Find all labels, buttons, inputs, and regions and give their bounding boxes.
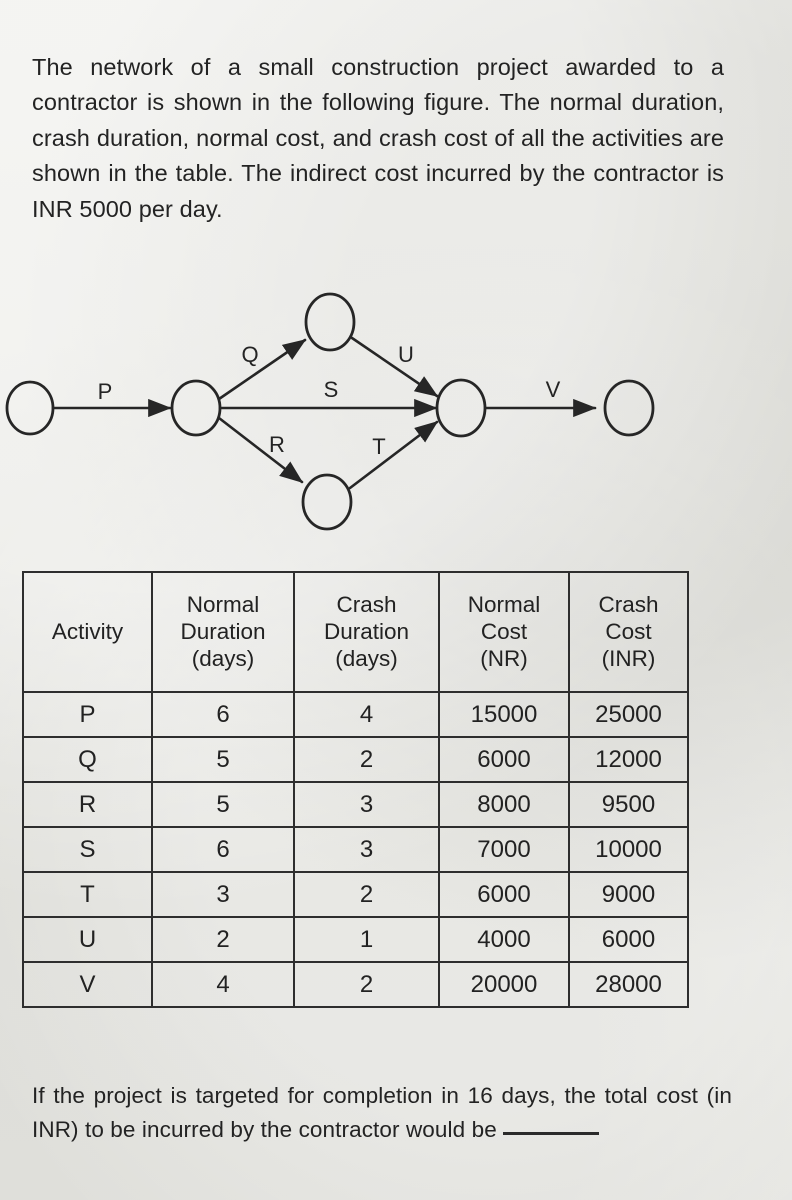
node-end	[603, 379, 655, 437]
cell-crash-duration: 2	[293, 961, 440, 1008]
node-4-bottom	[301, 473, 353, 531]
cell-crash-duration: 3	[293, 826, 440, 873]
edge-u-line	[350, 336, 439, 398]
table-row: Q 5 2 6000 12000	[22, 736, 689, 783]
node-5-merge	[435, 378, 487, 438]
worksheet-page: The network of a small construction proj…	[0, 0, 792, 1200]
cell-crash-cost: 28000	[568, 961, 689, 1008]
edge-q-line	[217, 338, 307, 401]
cell-crash-duration: 4	[293, 691, 440, 738]
node-3-top	[304, 292, 356, 352]
cell-normal-cost: 6000	[438, 871, 570, 918]
cell-crash-cost: 10000	[568, 826, 689, 873]
col-header-normal-duration: Normal Duration (days)	[151, 571, 295, 693]
edge-label-t: T	[372, 434, 385, 459]
cell-crash-cost: 25000	[568, 691, 689, 738]
col-header-normal-cost-line-2: Cost	[480, 618, 528, 644]
table-row: V 4 2 20000 28000	[22, 961, 689, 1008]
col-header-normal-duration-line-2: Duration	[180, 618, 266, 644]
cell-crash-cost: 9000	[568, 871, 689, 918]
edge-label-s: S	[324, 377, 339, 402]
col-header-crash-duration-line-2: Duration	[323, 618, 410, 644]
col-header-crash-duration-line-3: (days)	[335, 645, 398, 671]
col-header-crash-cost: Crash Cost (INR)	[568, 571, 689, 693]
cell-activity: T	[22, 871, 153, 918]
cell-crash-cost: 9500	[568, 781, 689, 828]
cell-normal-cost: 4000	[438, 916, 570, 963]
col-header-crash-cost-line-3: (INR)	[601, 645, 656, 671]
cell-crash-duration: 2	[293, 736, 440, 783]
edge-label-v: V	[546, 377, 561, 402]
edge-label-r: R	[269, 432, 285, 457]
cell-activity: P	[22, 691, 153, 738]
col-header-normal-duration-line-3: (days)	[191, 645, 255, 671]
cell-activity: U	[22, 916, 153, 963]
col-header-crash-cost-line-2: Cost	[605, 618, 652, 644]
cell-crash-duration: 2	[293, 871, 440, 918]
col-header-crash-cost-line-1: Crash	[598, 591, 659, 617]
cell-normal-duration: 5	[151, 736, 295, 783]
cell-normal-cost: 6000	[438, 736, 570, 783]
cell-activity: V	[22, 961, 153, 1008]
network-diagram: P Q R S T U V	[0, 286, 700, 546]
activity-cost-table: Activity Normal Duration (days) Crash Du…	[22, 571, 689, 1008]
cell-normal-duration: 6	[151, 691, 295, 738]
cell-normal-cost: 15000	[438, 691, 570, 738]
col-header-activity-line-1: Activity	[51, 618, 124, 644]
table-row: R 5 3 8000 9500	[22, 781, 689, 828]
question-text: If the project is targeted for completio…	[32, 1082, 732, 1142]
col-header-normal-cost-line-1: Normal	[467, 591, 541, 617]
cell-crash-cost: 12000	[568, 736, 689, 783]
cell-activity: Q	[22, 736, 153, 783]
edge-label-p: P	[98, 379, 113, 404]
col-header-normal-duration-line-1: Normal	[186, 591, 260, 617]
cell-normal-duration: 3	[151, 871, 295, 918]
table-row: T 3 2 6000 9000	[22, 871, 689, 918]
cell-normal-duration: 2	[151, 916, 295, 963]
col-header-crash-duration-line-1: Crash	[336, 591, 397, 617]
edge-label-u: U	[398, 342, 414, 367]
cell-normal-cost: 20000	[438, 961, 570, 1008]
cell-crash-cost: 6000	[568, 916, 689, 963]
edge-t-line	[348, 420, 439, 490]
cell-activity: R	[22, 781, 153, 828]
question-paragraph: If the project is targeted for completio…	[32, 1079, 732, 1147]
edge-r-line	[217, 416, 304, 484]
table-row: P 6 4 15000 25000	[22, 691, 689, 738]
cell-normal-duration: 4	[151, 961, 295, 1008]
cell-crash-duration: 1	[293, 916, 440, 963]
col-header-activity: Activity	[22, 571, 153, 693]
col-header-normal-cost: Normal Cost (NR)	[438, 571, 570, 693]
col-header-crash-duration: Crash Duration (days)	[293, 571, 440, 693]
edge-label-q: Q	[241, 342, 258, 367]
cell-normal-duration: 5	[151, 781, 295, 828]
cell-activity: S	[22, 826, 153, 873]
node-start	[5, 380, 55, 436]
cell-normal-cost: 8000	[438, 781, 570, 828]
table-header-row: Activity Normal Duration (days) Crash Du…	[22, 571, 689, 693]
table-row: U 2 1 4000 6000	[22, 916, 689, 963]
table-row: S 6 3 7000 10000	[22, 826, 689, 873]
cell-crash-duration: 3	[293, 781, 440, 828]
prompt-paragraph: The network of a small construction proj…	[32, 53, 724, 222]
node-2	[170, 379, 222, 437]
col-header-normal-cost-line-3: (NR)	[480, 645, 528, 671]
cell-normal-cost: 7000	[438, 826, 570, 873]
answer-blank[interactable]	[502, 1131, 599, 1135]
cell-normal-duration: 6	[151, 826, 295, 873]
